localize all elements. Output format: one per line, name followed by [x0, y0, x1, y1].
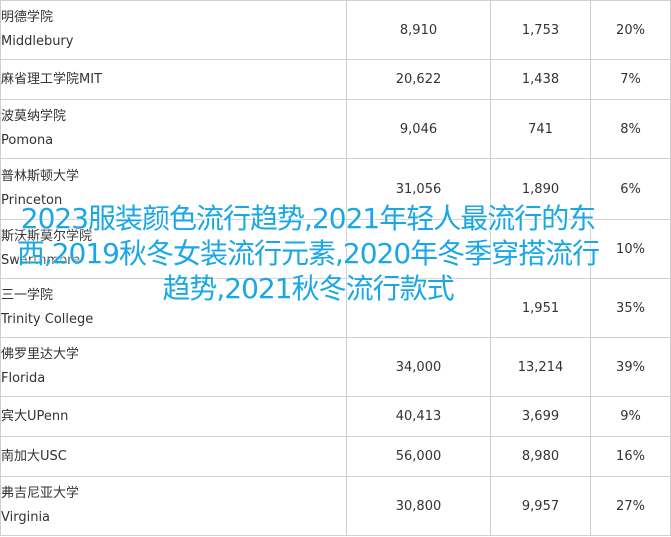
school-name-en: Pomona — [1, 133, 54, 148]
school-name-cn: 宾大UPenn — [1, 408, 69, 424]
admitted-cell: 3,699 — [490, 396, 591, 437]
applicants-cell: 9,046 — [346, 99, 491, 159]
school-name-en: Florida — [1, 371, 46, 386]
school-name-cn: 明德学院 — [1, 10, 54, 25]
applicants-cell: 34,000 — [346, 337, 491, 397]
admitted-cell: 1,438 — [490, 59, 591, 100]
rate-cell: 8% — [590, 99, 671, 159]
overlay-headline-text: 2023服装颜色流行趋势,2021年轻人最流行的东西,2019秋冬女装流行元素,… — [16, 202, 600, 305]
admitted-cell: 8,980 — [490, 436, 591, 477]
admitted-cell: 741 — [490, 99, 591, 159]
applicants-cell: 20,622 — [346, 59, 491, 100]
school-name-cn: 南加大USC — [1, 448, 67, 464]
school-name-cell: 麻省理工学院MIT — [0, 59, 347, 100]
school-name-cell: 波莫纳学院 Pomona — [0, 99, 347, 159]
table-row: 佛罗里达大学 Florida 34,000 13,214 39% — [0, 337, 671, 397]
school-name-cn: 波莫纳学院 — [1, 109, 67, 124]
applicants-cell: 40,413 — [346, 396, 491, 437]
school-name-cn: 麻省理工学院MIT — [1, 71, 102, 87]
applicants-cell: 56,000 — [346, 436, 491, 477]
admitted-cell: 13,214 — [490, 337, 591, 397]
school-name-cn: 弗吉尼亚大学 — [1, 486, 80, 501]
school-name-cn: 佛罗里达大学 — [1, 347, 80, 362]
applicants-cell: 30,800 — [346, 476, 491, 536]
table-row: 波莫纳学院 Pomona 9,046 741 8% — [0, 99, 671, 159]
admitted-cell: 9,957 — [490, 476, 591, 536]
table-row: 宾大UPenn 40,413 3,699 9% — [0, 396, 671, 437]
school-name-cell: 宾大UPenn — [0, 396, 347, 437]
admitted-cell: 1,753 — [490, 0, 591, 60]
school-name-cell: 明德学院 Middlebury — [0, 0, 347, 60]
rate-cell: 27% — [590, 476, 671, 536]
table-row: 明德学院 Middlebury 8,910 1,753 20% — [0, 0, 671, 60]
school-name-en: Trinity College — [1, 312, 94, 327]
rate-cell: 9% — [590, 396, 671, 437]
school-name-cell: 南加大USC — [0, 436, 347, 477]
table-row: 弗吉尼亚大学 Virginia 30,800 9,957 27% — [0, 476, 671, 536]
rate-cell: 7% — [590, 59, 671, 100]
table-row: 麻省理工学院MIT 20,622 1,438 7% — [0, 59, 671, 100]
rate-cell: 16% — [590, 436, 671, 477]
applicants-cell: 8,910 — [346, 0, 491, 60]
school-name-en: Virginia — [1, 510, 51, 525]
table-row: 南加大USC 56,000 8,980 16% — [0, 436, 671, 477]
school-name-cn: 普林斯顿大学 — [1, 169, 80, 184]
school-name-en: Middlebury — [1, 34, 74, 49]
rate-cell: 20% — [590, 0, 671, 60]
school-name-cell: 弗吉尼亚大学 Virginia — [0, 476, 347, 536]
rate-cell: 39% — [590, 337, 671, 397]
school-name-cell: 佛罗里达大学 Florida — [0, 337, 347, 397]
